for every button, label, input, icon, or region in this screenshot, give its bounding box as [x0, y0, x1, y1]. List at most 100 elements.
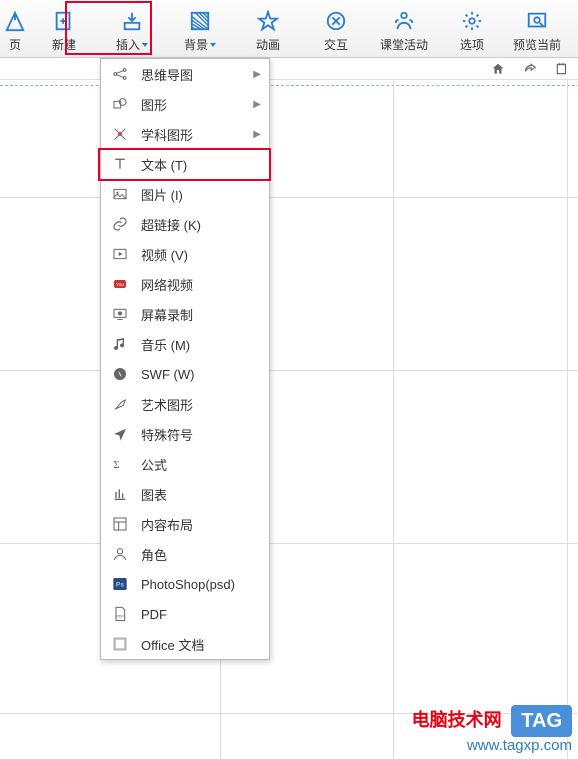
watermark-url: www.tagxp.com	[412, 737, 572, 755]
preview-label: 预览当前	[513, 36, 561, 53]
interact-button[interactable]: 交互	[302, 3, 370, 57]
menu-online-video-label: 网络视频	[141, 275, 193, 294]
formula-icon: Σ	[111, 455, 129, 473]
menu-layout[interactable]: 内容布局	[101, 509, 269, 539]
video-icon	[111, 245, 129, 263]
options-label: 选项	[460, 36, 484, 53]
svg-text:Σ: Σ	[113, 460, 119, 471]
insert-caret-icon	[142, 43, 148, 47]
menu-screen-record-label: 屏幕录制	[141, 305, 193, 324]
class-activity-label: 课堂活动	[380, 36, 428, 53]
watermark-title: 电脑技术网	[412, 710, 502, 732]
menu-hyperlink-label: 超链接 (K)	[141, 215, 201, 234]
menu-chart[interactable]: 图表	[101, 479, 269, 509]
export-icon[interactable]	[554, 61, 570, 77]
home-icon[interactable]	[490, 61, 506, 77]
chart-icon	[111, 485, 129, 503]
background-label: 背景	[184, 36, 216, 53]
special-symbol-icon	[111, 425, 129, 443]
menu-image-label: 图片 (I)	[141, 185, 183, 204]
slide-boundary	[0, 85, 578, 705]
new-button[interactable]: 新建	[30, 3, 98, 57]
class-activity-button[interactable]: 课堂活动	[370, 3, 438, 57]
svg-text:PDF: PDF	[116, 613, 125, 618]
page-icon	[2, 8, 28, 34]
menu-art-shape[interactable]: 艺术图形	[101, 389, 269, 419]
insert-label: 插入	[116, 36, 148, 53]
menu-art-shape-label: 艺术图形	[141, 395, 193, 414]
art-shape-icon	[111, 395, 129, 413]
animation-label: 动画	[256, 36, 280, 53]
grid-line	[0, 543, 578, 544]
menu-photoshop[interactable]: Ps PhotoShop(psd)	[101, 569, 269, 599]
menu-pdf[interactable]: PDF PDF	[101, 599, 269, 629]
menu-chart-label: 图表	[141, 485, 167, 504]
menu-special-symbol[interactable]: 特殊符号	[101, 419, 269, 449]
animation-icon	[255, 8, 281, 34]
menu-subject-shape-label: 学科图形	[141, 125, 193, 144]
grid-line	[393, 80, 394, 759]
options-icon	[459, 8, 485, 34]
watermark: 电脑技术网 TAG www.tagxp.com	[412, 705, 572, 755]
menu-mindmap[interactable]: 思维导图 ▶	[101, 59, 269, 89]
office-icon	[111, 635, 129, 653]
svg-text:You: You	[116, 282, 124, 287]
page-button[interactable]: 页	[0, 3, 30, 57]
menu-video-label: 视频 (V)	[141, 245, 188, 264]
background-button[interactable]: 背景	[166, 3, 234, 57]
layout-icon	[111, 515, 129, 533]
page-label: 页	[9, 36, 21, 53]
pdf-icon: PDF	[111, 605, 129, 623]
photoshop-icon: Ps	[111, 575, 129, 593]
grid-line	[567, 80, 568, 759]
insert-dropdown-menu: 思维导图 ▶ 图形 ▶ 学科图形 ▶ 文本 (T) 图片 (I) 超链接 (K)…	[100, 58, 270, 660]
menu-subject-shape[interactable]: 学科图形 ▶	[101, 119, 269, 149]
menu-formula[interactable]: Σ 公式	[101, 449, 269, 479]
menu-swf-label: SWF (W)	[141, 367, 194, 382]
menu-formula-label: 公式	[141, 455, 167, 474]
menu-special-symbol-label: 特殊符号	[141, 425, 193, 444]
screen-record-icon	[111, 305, 129, 323]
menu-online-video[interactable]: You 网络视频	[101, 269, 269, 299]
image-icon	[111, 185, 129, 203]
interact-icon	[323, 8, 349, 34]
menu-office-label: Office 文档	[141, 635, 204, 654]
music-icon	[111, 335, 129, 353]
hyperlink-icon	[111, 215, 129, 233]
menu-video[interactable]: 视频 (V)	[101, 239, 269, 269]
menu-screen-record[interactable]: 屏幕录制	[101, 299, 269, 329]
menu-swf[interactable]: SWF (W)	[101, 359, 269, 389]
subject-shape-icon	[111, 125, 129, 143]
menu-layout-label: 内容布局	[141, 515, 193, 534]
menu-office[interactable]: Office 文档	[101, 629, 269, 659]
grid-line	[0, 370, 578, 371]
insert-icon	[119, 8, 145, 34]
menu-music-label: 音乐 (M)	[141, 335, 190, 354]
background-caret-icon	[210, 43, 216, 47]
options-button[interactable]: 选项	[438, 3, 506, 57]
share-icon[interactable]	[522, 61, 538, 77]
class-activity-icon	[391, 8, 417, 34]
submenu-arrow-icon: ▶	[253, 129, 261, 140]
canvas-area[interactable]	[0, 80, 578, 759]
menu-hyperlink[interactable]: 超链接 (K)	[101, 209, 269, 239]
menu-pdf-label: PDF	[141, 607, 167, 622]
insert-button[interactable]: 插入	[98, 3, 166, 57]
shape-icon	[111, 95, 129, 113]
menu-image[interactable]: 图片 (I)	[101, 179, 269, 209]
swf-icon	[111, 365, 129, 383]
menu-music[interactable]: 音乐 (M)	[101, 329, 269, 359]
text-icon	[111, 155, 129, 173]
menu-role[interactable]: 角色	[101, 539, 269, 569]
svg-text:Ps: Ps	[116, 582, 124, 589]
menu-text-label: 文本 (T)	[141, 155, 187, 174]
menu-text[interactable]: 文本 (T)	[101, 149, 269, 179]
mindmap-icon	[111, 65, 129, 83]
menu-shape[interactable]: 图形 ▶	[101, 89, 269, 119]
watermark-tag: TAG	[511, 705, 572, 737]
preview-button[interactable]: 预览当前	[506, 3, 568, 57]
animation-button[interactable]: 动画	[234, 3, 302, 57]
new-icon	[51, 8, 77, 34]
sub-toolbar	[0, 58, 578, 80]
menu-photoshop-label: PhotoShop(psd)	[141, 577, 235, 592]
